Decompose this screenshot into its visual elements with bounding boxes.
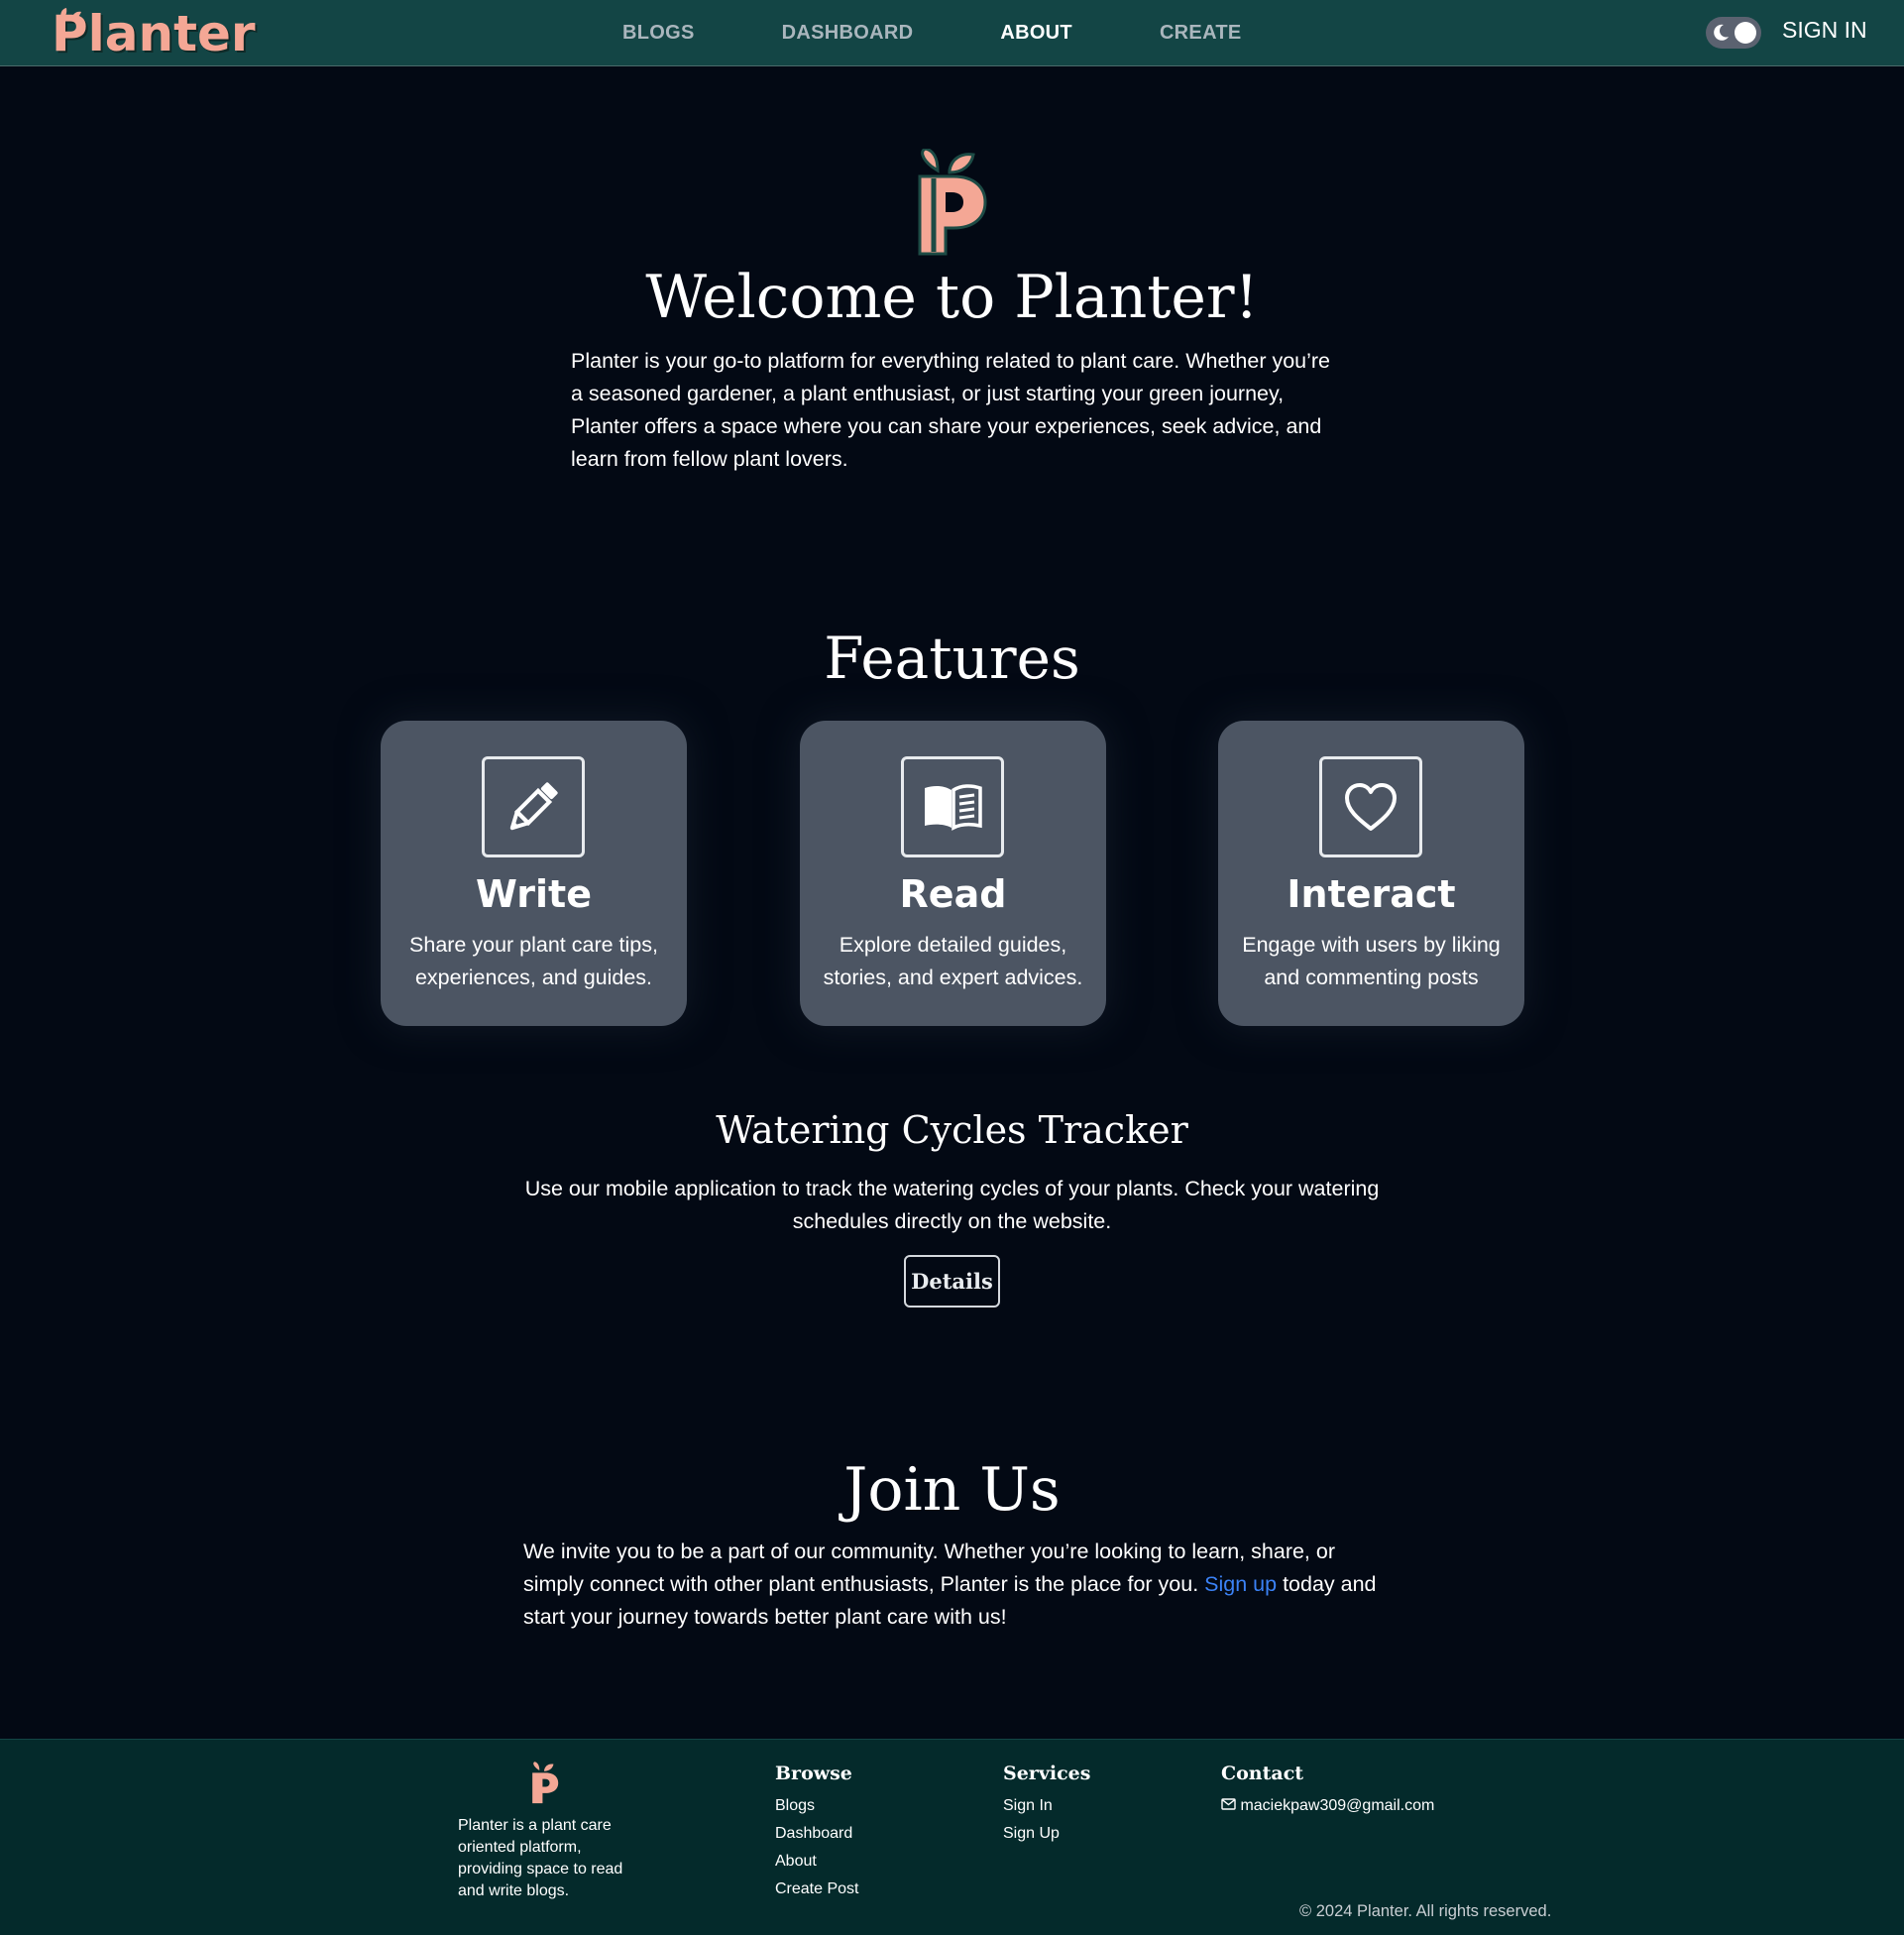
nav-blogs[interactable]: BLOGS [622,22,695,45]
contact-email-link[interactable]: maciekpaw309@gmail.com [1221,1792,1434,1820]
feature-card-read: Read Explore detailed guides, stories, a… [800,721,1106,1026]
footer-about: Planter is a plant care oriented platfor… [458,1817,623,1899]
intro-paragraph: Planter is your go-to platform for every… [571,349,1331,471]
card-description: Engage with users by liking and commenti… [1242,933,1501,989]
feature-card-write: Write Share your plant care tips, experi… [381,721,687,1026]
footer: Planter is a plant care oriented platfor… [0,1739,1904,1935]
welcome-title: Welcome to Planter! [645,263,1259,332]
nav-create[interactable]: CREATE [1160,22,1242,45]
brand-logo[interactable]: Planter [52,4,256,63]
nav-about[interactable]: ABOUT [1000,22,1072,45]
card-title: Interact [1287,872,1456,916]
sign-up-link[interactable]: Sign up [1204,1572,1277,1596]
mail-icon [1221,1798,1236,1810]
footer-contact: Contact maciekpaw309@gmail.com [1221,1760,1434,1820]
features-title: Features [824,625,1080,692]
theme-toggle[interactable] [1706,17,1761,49]
feature-card-interact: Interact Engage with users by liking and… [1218,721,1524,1026]
footer-link-create-post[interactable]: Create Post [775,1876,858,1903]
footer-link-about[interactable]: About [775,1848,858,1876]
card-description: Share your plant care tips, experiences,… [409,933,658,989]
copyright: © 2024 Planter. All rights reserved. [1299,1902,1552,1920]
footer-browse: Browse Blogs Dashboard About Create Post [775,1760,858,1903]
icon-frame [482,756,585,857]
main-nav: BLOGS DASHBOARD ABOUT CREATE [595,0,1328,66]
join-paragraph: We invite you to be a part of our commun… [523,1536,1382,1634]
card-description: Explore detailed guides, stories, and ex… [823,933,1083,989]
sprout-icon [60,8,81,20]
join-title: Join Us [843,1455,1061,1525]
footer-services: Services Sign In Sign Up [1003,1760,1090,1848]
book-icon [925,784,982,831]
nav-dashboard[interactable]: DASHBOARD [782,22,914,45]
top-navbar: Planter BLOGS DASHBOARD ABOUT CREATE SIG… [0,0,1904,66]
icon-frame [901,756,1004,857]
card-title: Read [899,872,1007,916]
services-heading: Services [1003,1763,1091,1784]
footer-link-dashboard[interactable]: Dashboard [775,1820,858,1848]
sign-in-link[interactable]: SIGN IN [1782,17,1867,44]
contact-email: maciekpaw309@gmail.com [1240,1797,1435,1814]
footer-link-blogs[interactable]: Blogs [775,1792,858,1820]
pencil-icon [509,782,558,831]
icon-frame [1319,756,1422,857]
browse-heading: Browse [775,1763,852,1784]
footer-logo-icon [532,1762,559,1804]
heart-icon [1345,783,1397,831]
planter-logo-icon [918,149,987,256]
contact-heading: Contact [1221,1763,1304,1784]
details-button[interactable]: Details [904,1255,1000,1308]
watering-title: Watering Cycles Tracker [716,1108,1188,1152]
watering-description: Use our mobile application to track the … [524,1177,1380,1233]
moon-icon [1714,24,1729,41]
card-title: Write [476,872,592,916]
footer-link-sign-up[interactable]: Sign Up [1003,1820,1090,1848]
footer-link-sign-in[interactable]: Sign In [1003,1792,1090,1820]
toggle-knob [1735,22,1756,44]
